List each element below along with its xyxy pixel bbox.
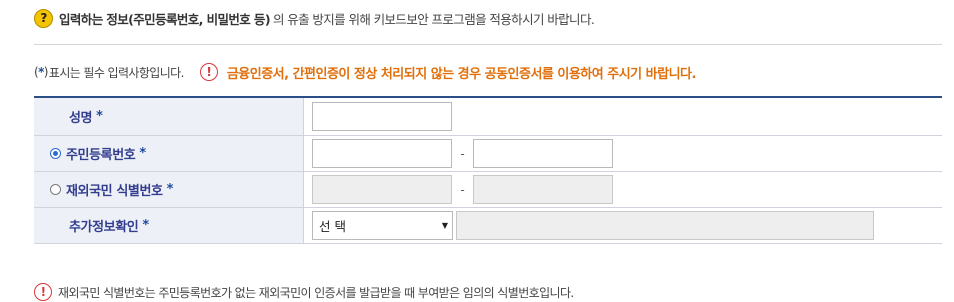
divider (34, 44, 942, 45)
required-star-icon: * (139, 146, 146, 161)
dash-separator: - (460, 182, 465, 197)
notice-text: 의 유출 방지를 위해 키보드보안 프로그램을 적용하시기 바랍니다. (272, 11, 595, 27)
resident-number-label[interactable]: 주민등록번호 (66, 144, 136, 163)
extra-info-label: 추가정보확인 (69, 220, 139, 235)
warning-icon: ! (34, 283, 52, 301)
keyboard-security-notice: ? 입력하는 정보(주민등록번호, 비밀번호 등) 의 유출 방지를 위해 키보… (34, 8, 595, 28)
foreign-id-front-input[interactable] (312, 175, 452, 204)
row-foreign-id: 재외국민 식별번호 * - (34, 172, 942, 208)
foreign-id-notice: ! 재외국민 식별번호는 주민등록번호가 없는 재외국민이 인증서를 발급받을 … (34, 282, 574, 302)
label-name: 성명 * (34, 98, 304, 135)
name-input[interactable] (312, 102, 452, 131)
required-notice: (*) 표시는 필수 입력사항입니다. ! 금융인증서, 간편인증이 정상 처리… (34, 62, 696, 82)
paren-close: ) (43, 65, 49, 79)
certificate-warning: 금융인증서, 간편인증이 정상 처리되지 않는 경우 공동인증서를 이용하여 주… (226, 66, 697, 82)
label-foreign-id: 재외국민 식별번호 * (34, 172, 304, 207)
foreign-id-label[interactable]: 재외국민 식별번호 (66, 180, 163, 199)
cell-foreign-id: - (304, 172, 942, 207)
required-star-icon: * (166, 182, 174, 197)
foreign-id-back-input[interactable] (473, 175, 613, 204)
required-star-icon: * (96, 109, 103, 124)
warning-icon: ! (199, 63, 218, 81)
select-value: 선 택 (319, 219, 346, 234)
foreign-id-radio[interactable] (50, 184, 61, 195)
row-resident-number: 주민등록번호 * - (34, 136, 942, 172)
name-label: 성명 (69, 111, 93, 126)
row-extra-info: 추가정보확인 * 선 택 ▼ (34, 208, 942, 244)
row-name: 성명 * (34, 98, 942, 136)
cell-name (304, 98, 942, 135)
resident-number-back-input[interactable] (473, 139, 613, 168)
cell-resident-number: - (304, 136, 942, 171)
resident-number-radio[interactable] (50, 148, 61, 159)
resident-number-front-input[interactable] (312, 139, 452, 168)
extra-info-input[interactable] (456, 211, 874, 240)
dash-separator: - (460, 146, 465, 161)
label-extra-info: 추가정보확인 * (34, 208, 304, 243)
cell-extra-info: 선 택 ▼ (304, 208, 942, 243)
label-resident-number: 주민등록번호 * (34, 136, 304, 171)
required-text: 표시는 필수 입력사항입니다. (48, 65, 185, 80)
dropdown-arrow-icon: ▼ (441, 221, 448, 230)
question-icon: ? (34, 8, 53, 28)
identity-form: 성명 * 주민등록번호 * - 재외국민 식별번호 * - 추가정보확인 * 선… (34, 96, 942, 244)
required-star-icon: * (142, 218, 149, 233)
notice-bold-text: 입력하는 정보(주민등록번호, 비밀번호 등) (59, 11, 271, 27)
extra-info-select[interactable]: 선 택 ▼ (312, 211, 453, 240)
foreign-id-notice-text: 재외국민 식별번호는 주민등록번호가 없는 재외국민이 인증서를 발급받을 때 … (58, 285, 574, 300)
